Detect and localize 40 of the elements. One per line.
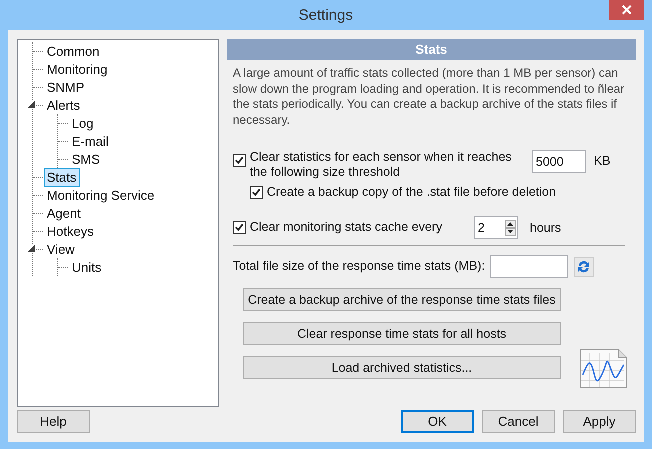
tree-item[interactable]: Units <box>69 258 105 276</box>
close-button[interactable] <box>609 0 644 20</box>
dialog-button[interactable]: Cancel <box>482 410 555 433</box>
tree-item[interactable]: View <box>44 240 78 258</box>
tree-item[interactable]: Common <box>44 42 103 60</box>
tree-item[interactable]: SMS <box>69 150 104 168</box>
total-size-field[interactable] <box>490 255 568 278</box>
tree-item[interactable]: SNMP <box>44 78 88 96</box>
window-title: Settings <box>298 6 354 24</box>
option-label: Clear monitoring stats cache every <box>250 220 444 235</box>
chart-document-icon <box>580 349 628 389</box>
option-label: Create a backup copy of the .stat file before deletion <box>267 185 556 200</box>
tree-item[interactable]: Agent <box>44 204 84 222</box>
option-label: Clear statistics for each sensor when it reaches the following size threshold <box>250 150 513 180</box>
hours-spinner[interactable]: 2 <box>474 216 518 239</box>
dialog-button[interactable]: Help <box>17 410 90 433</box>
size-field[interactable]: 5000 <box>532 150 586 173</box>
dialog-button[interactable]: OK <box>401 410 474 433</box>
unit-label: KB <box>594 154 611 168</box>
description-text: A large amount of traffic stats collected (more than 1 MB per sensor) can slow down the program loading and operation. It is recommended to ñlear the stats periodically. You can create a backup archive of the stats files if necessary. <box>233 66 626 128</box>
tree-item[interactable]: Log <box>69 114 97 132</box>
close-icon <box>622 5 632 15</box>
checkbox[interactable] <box>233 154 246 167</box>
refresh-icon <box>576 258 592 274</box>
tree-item[interactable]: Alerts <box>44 96 84 114</box>
checkbox[interactable] <box>250 186 263 199</box>
checkbox[interactable] <box>233 221 246 234</box>
tree-item[interactable]: Stats <box>44 168 80 186</box>
total-size-label: Total file size of the response time stats (MB): <box>233 259 486 274</box>
tree-item[interactable]: Monitoring Service <box>44 186 158 204</box>
tree-item[interactable]: E-mail <box>69 132 112 150</box>
panel-header: Stats <box>227 39 636 60</box>
action-button[interactable]: Clear response time stats for all hosts <box>243 322 561 345</box>
unit-label: hours <box>530 220 562 234</box>
tree-item[interactable]: Monitoring <box>44 60 111 78</box>
tree-item[interactable]: Hotkeys <box>44 222 97 240</box>
action-button[interactable]: Load archived statistics... <box>243 356 561 379</box>
action-button[interactable]: Create a backup archive of the response time stats files <box>243 288 561 311</box>
dialog-button[interactable]: Apply <box>563 410 636 433</box>
refresh-button[interactable] <box>574 256 594 276</box>
